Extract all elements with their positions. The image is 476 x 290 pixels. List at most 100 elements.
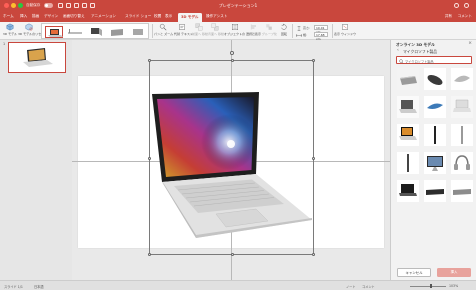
selection-pane-button[interactable]: オブジェクトの 選択と表示 <box>224 23 261 36</box>
slide-thumbnail-pane: 1 <box>0 40 72 280</box>
group-label: グループ化 <box>262 32 277 36</box>
back-icon[interactable]: ‹ <box>397 48 399 53</box>
rotate-button[interactable]: 回転 <box>278 23 290 36</box>
status-bar: スライド 1/1 日本語 ノート コメント 103% <box>0 280 476 290</box>
rotation-handle[interactable] <box>229 51 234 55</box>
model-thumbnail-surface-pen-black[interactable] <box>424 124 446 146</box>
group-icon <box>266 24 272 30</box>
cancel-button[interactable]: キャンセル <box>397 268 431 277</box>
ribbon-tabs: ホーム 挿入 描画 デザイン 画面切り替え アニメーション スライド ショー 校閲 表示 3D モ… <box>0 12 476 22</box>
model-thumbnail-surface-pen-dark[interactable] <box>397 152 419 174</box>
model-preview-image <box>424 124 446 146</box>
slide-canvas-area[interactable] <box>72 40 390 280</box>
account-icon[interactable] <box>464 3 469 8</box>
tab-4[interactable]: 画面切り替え <box>63 14 85 19</box>
resize-handle-bottom[interactable] <box>230 253 234 256</box>
tab-3[interactable]: デザイン <box>44 14 58 19</box>
title-bar: 自動保存 プレゼンテーション1 <box>0 0 476 12</box>
gallery-view-5[interactable] <box>129 26 147 38</box>
model-thumbnail-surface-pen-silver[interactable] <box>451 124 473 146</box>
tab-0[interactable]: ホーム <box>3 14 14 19</box>
send-backward-label: 背面へ 移動 <box>208 32 224 36</box>
3d-model-label: 3D モデル <box>2 32 18 36</box>
tab-7[interactable]: 校閲 <box>154 14 161 19</box>
model-thumbnail-surface-laptop-silver[interactable] <box>397 96 419 118</box>
send-backward-button[interactable]: 背面へ 移動 <box>208 23 224 36</box>
tab-6[interactable]: スライド ショー <box>125 14 151 19</box>
ribbon: 3D モデル 3D モデルのリセット パンと ズーム 代替 テキスト 前面へ 移… <box>0 22 476 41</box>
fit-window-button[interactable]: 表示 ウィンドウ <box>334 23 356 36</box>
model-thumbnail-surface-book-colorful[interactable] <box>397 124 419 146</box>
model-thumbnail-surface-arc-mouse-gray[interactable] <box>451 68 473 90</box>
notes-button[interactable]: ノート <box>346 284 356 289</box>
comments-tab-button[interactable]: コメント <box>458 14 472 19</box>
comments-button[interactable]: コメント <box>362 284 375 289</box>
tab-10[interactable]: 操作アシスト <box>206 14 227 19</box>
group-button[interactable]: グループ化 <box>262 23 277 36</box>
tab-5[interactable]: アニメーション <box>91 14 116 19</box>
pan-zoom-label: パンと ズーム <box>154 32 174 36</box>
model-preview-image <box>397 68 419 90</box>
reset-3d-model-button[interactable]: 3D モデルのリセット <box>18 23 47 36</box>
tab-9[interactable]: 3D モデル <box>178 13 202 22</box>
pan-zoom-icon <box>159 23 167 31</box>
resize-handle-top-left[interactable] <box>148 59 151 62</box>
pan-zoom-button[interactable]: パンと ズーム <box>154 23 174 36</box>
resize-handle-left[interactable] <box>148 156 151 160</box>
resize-handle-bottom-left[interactable] <box>148 253 151 256</box>
cube-icon <box>6 23 14 31</box>
fit-window-label: 表示 ウィンドウ <box>334 32 356 36</box>
model-preview-image <box>397 96 419 118</box>
slide-number: 1 <box>3 42 6 46</box>
resize-handle-right[interactable] <box>312 156 315 160</box>
model-preview-image <box>424 152 446 174</box>
rotate-label: 回転 <box>280 32 287 36</box>
send-backward-icon <box>211 23 219 31</box>
gallery-view-2[interactable] <box>66 26 84 38</box>
share-button[interactable]: 共有 <box>445 14 452 19</box>
alt-text-button[interactable]: 代替 テキスト <box>174 23 193 36</box>
zoom-level[interactable]: 103% <box>449 284 458 288</box>
model-preview-image <box>451 180 473 202</box>
language-indicator[interactable]: 日本語 <box>34 284 44 289</box>
resize-handle-top[interactable] <box>230 59 234 62</box>
height-label: 高さ: <box>303 26 311 30</box>
resize-handle-top-right[interactable] <box>312 59 315 62</box>
bring-forward-button[interactable]: 前面へ 移動 <box>192 23 208 36</box>
close-icon[interactable]: × <box>468 41 472 46</box>
3d-model-button[interactable]: 3D モデル <box>2 23 18 36</box>
tab-8[interactable]: 表示 <box>165 14 172 19</box>
model-preview-image <box>397 180 419 202</box>
model-thumbnail-surface-arc-mouse-blue[interactable] <box>424 96 446 118</box>
resize-handle-bottom-right[interactable] <box>312 253 315 256</box>
zoom-slider-knob[interactable] <box>430 284 432 288</box>
zoom-slider[interactable] <box>410 286 446 287</box>
model-thumbnail-surface-laptop-gray[interactable] <box>397 68 419 90</box>
3d-view-gallery[interactable] <box>41 23 149 39</box>
model-thumbnail-surface-keyboard-gray[interactable] <box>451 180 473 202</box>
height-field[interactable]: 10.01 cm <box>314 25 328 34</box>
model-thumbnail-surface-keyboard-black[interactable] <box>424 180 446 202</box>
model-thumbnail-surface-studio[interactable] <box>424 152 446 174</box>
model-preview-image <box>424 96 446 118</box>
model-thumbnail-surface-headphones[interactable] <box>451 152 473 174</box>
model-preview-image <box>397 124 419 146</box>
search-icon[interactable] <box>454 3 459 8</box>
width-field[interactable]: 17.68 cm <box>314 32 328 41</box>
gallery-view-1[interactable] <box>45 26 63 38</box>
insert-button[interactable]: 挿入 <box>437 268 471 277</box>
slide-thumbnail[interactable] <box>8 42 66 73</box>
gallery-view-3[interactable] <box>87 26 105 38</box>
align-button[interactable]: 配置 <box>248 23 260 36</box>
model-thumbnail-surface-mouse-black[interactable] <box>424 68 446 90</box>
tab-1[interactable]: 挿入 <box>20 14 27 19</box>
model-thumbnail-surface-laptop-dark[interactable] <box>397 180 419 202</box>
search-icon <box>398 58 404 64</box>
category-title: マイクロソフト製品 <box>403 49 438 54</box>
model-thumbnail-surface-laptop-open[interactable] <box>451 96 473 118</box>
width-label: 幅: <box>303 33 308 37</box>
alt-text-label: 代替 テキスト <box>174 32 193 36</box>
gallery-view-4[interactable] <box>108 26 126 38</box>
search-input[interactable]: マイクロソフト製品 <box>396 56 472 64</box>
tab-2[interactable]: 描画 <box>32 14 39 19</box>
